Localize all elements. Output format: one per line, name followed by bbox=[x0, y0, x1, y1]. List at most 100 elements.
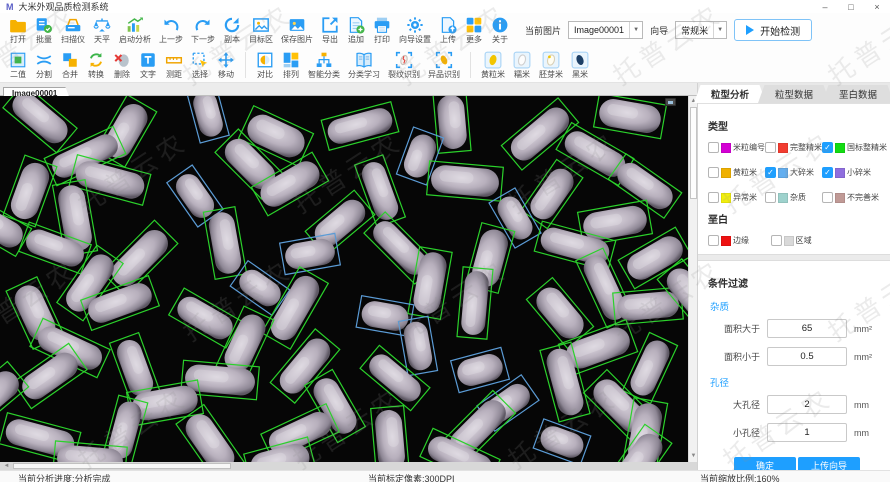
navigator-toggle-icon[interactable] bbox=[665, 98, 676, 106]
toolbar-button-undo[interactable]: 上一步 bbox=[155, 16, 187, 44]
toolbar-button-print[interactable]: 打印 bbox=[369, 16, 395, 44]
panel-tab-2[interactable]: 垩白数据 bbox=[822, 85, 890, 103]
vertical-scrollbar[interactable]: ▲ ▼ bbox=[688, 96, 697, 462]
chevron-down-icon: ▼ bbox=[713, 22, 726, 38]
edit-button-foreign[interactable]: 异品识别 bbox=[424, 51, 464, 79]
edit-button-book[interactable]: 分类学习 bbox=[344, 51, 384, 79]
filter-groups: 杂质面积大于mm²面积小于mm²孔径大孔径mm小孔径mm bbox=[708, 299, 882, 442]
toolbar-button-append[interactable]: 追加 bbox=[343, 16, 369, 44]
undo-icon bbox=[162, 16, 180, 34]
checkbox-unchecked[interactable]: ✓ bbox=[708, 235, 719, 246]
scroll-left-icon[interactable]: ◄ bbox=[2, 462, 11, 470]
toolbar-button-upload[interactable]: 上传 bbox=[435, 16, 461, 44]
filter-input-面积大于[interactable] bbox=[767, 319, 847, 338]
checkbox-unchecked[interactable]: ✓ bbox=[708, 142, 719, 153]
filter-label: 面积大于 bbox=[708, 322, 760, 335]
edit-button-contrast[interactable]: 对比 bbox=[252, 51, 278, 79]
filter-input-面积小于[interactable] bbox=[767, 347, 847, 366]
checkbox-item-异常米[interactable]: ✓ 异常米 bbox=[708, 192, 765, 203]
edit-button-grain-white[interactable]: 糯米 bbox=[509, 51, 535, 79]
checkbox-item-大碎米[interactable]: ✓大碎米 bbox=[765, 167, 822, 178]
checkbox-checked[interactable]: ✓ bbox=[822, 142, 833, 153]
edit-button-grain-germ[interactable]: 胚芽米 bbox=[535, 51, 567, 79]
toolbar-button-label: 智能分类 bbox=[308, 71, 340, 79]
vertical-scroll-thumb[interactable] bbox=[690, 107, 697, 199]
color-swatch bbox=[835, 143, 845, 153]
edit-button-grain-black[interactable]: 黑米 bbox=[567, 51, 593, 79]
checkbox-item-杂质[interactable]: ✓ 杂质 bbox=[765, 192, 822, 203]
edit-button-ruler[interactable]: 测距 bbox=[161, 51, 187, 79]
checkbox-checked[interactable]: ✓ bbox=[765, 167, 776, 178]
minimize-button[interactable]: – bbox=[812, 0, 838, 13]
checkbox-unchecked[interactable]: ✓ bbox=[822, 192, 833, 203]
checkbox-label: 杂质 bbox=[790, 192, 806, 203]
maximize-button[interactable]: □ bbox=[838, 0, 864, 13]
edit-button-text[interactable]: 文字 bbox=[135, 51, 161, 79]
checkbox-unchecked[interactable]: ✓ bbox=[708, 192, 719, 203]
filter-row: 小孔径mm bbox=[708, 423, 882, 442]
merge-icon bbox=[61, 51, 79, 69]
checkbox-unchecked[interactable]: ✓ bbox=[765, 142, 776, 153]
edit-button-binary[interactable]: 二值 bbox=[5, 51, 31, 79]
horizontal-scroll-thumb[interactable] bbox=[13, 463, 231, 469]
edit-button-convert[interactable]: 转换 bbox=[83, 51, 109, 79]
checkbox-unchecked[interactable]: ✓ bbox=[708, 167, 719, 178]
filter-input-小孔径[interactable] bbox=[767, 423, 847, 442]
edit-button-select[interactable]: 选择 bbox=[187, 51, 213, 79]
toolbar-button-analyze[interactable]: 启动分析 bbox=[115, 16, 155, 44]
edit-button-delete[interactable]: 删除 bbox=[109, 51, 135, 79]
current-image-select[interactable]: Image00001 ▼ bbox=[568, 21, 643, 39]
checkbox-item-黄粒米[interactable]: ✓黄粒米 bbox=[708, 167, 765, 178]
specimen-viewport[interactable] bbox=[0, 96, 688, 462]
toolbar-button-label: 对比 bbox=[257, 71, 273, 79]
toolbar-button-batch[interactable]: 批量 bbox=[31, 16, 57, 44]
app-window: M 大米外观品质检测系统 – □ × 打开批量扫描仪天平启动分析上一步下一步副本… bbox=[0, 0, 890, 482]
toolbar-button-redo[interactable]: 下一步 bbox=[187, 16, 219, 44]
checkbox-unchecked[interactable]: ✓ bbox=[771, 235, 782, 246]
toolbar-button-folder[interactable]: 打开 bbox=[5, 16, 31, 44]
edit-button-crack[interactable]: 裂纹识别 bbox=[384, 51, 424, 79]
checkbox-label: 异常米 bbox=[733, 192, 757, 203]
copy-icon bbox=[223, 16, 241, 34]
toolbar-button-picture[interactable]: 保存图片 bbox=[277, 16, 317, 44]
print-icon bbox=[373, 16, 391, 34]
checkbox-item-完整精米[interactable]: ✓完整精米 bbox=[765, 142, 822, 153]
panel-tab-0[interactable]: 粒型分析 bbox=[694, 85, 766, 103]
toolbar-button-info[interactable]: 关于 bbox=[487, 16, 513, 44]
edit-button-move[interactable]: 移动 bbox=[213, 51, 239, 79]
toolbar-button-scanner[interactable]: 扫描仪 bbox=[57, 16, 89, 44]
type-section-title: 类型 bbox=[708, 118, 882, 133]
panel-tab-1[interactable]: 粒型数据 bbox=[758, 85, 830, 103]
wizard-select[interactable]: 常规米 ▼ bbox=[675, 21, 727, 39]
checkbox-item-国标整精米[interactable]: ✓国标整精米 bbox=[822, 142, 887, 153]
toolbar-button-gear[interactable]: 向导设置 bbox=[395, 16, 435, 44]
toolbar-button-scale[interactable]: 天平 bbox=[89, 16, 115, 44]
current-image-value: Image00001 bbox=[569, 25, 629, 35]
toolbar-button-label: 副本 bbox=[224, 36, 240, 44]
edit-button-arrange[interactable]: 排列 bbox=[278, 51, 304, 79]
checkbox-label: 边缘 bbox=[733, 235, 749, 246]
toolbar-button-copy[interactable]: 副本 bbox=[219, 16, 245, 44]
toolbar-button-target[interactable]: 目标区 bbox=[245, 16, 277, 44]
toolbar-button-export[interactable]: 导出 bbox=[317, 16, 343, 44]
checkbox-item-米粒编号[interactable]: ✓米粒编号 bbox=[708, 142, 765, 153]
edit-button-merge[interactable]: 合并 bbox=[57, 51, 83, 79]
gear-icon bbox=[406, 16, 424, 34]
checkbox-item-不完善米[interactable]: ✓不完善米 bbox=[822, 192, 887, 203]
checkbox-item-小碎米[interactable]: ✓小碎米 bbox=[822, 167, 887, 178]
filter-input-大孔径[interactable] bbox=[767, 395, 847, 414]
checkbox-item-边缘[interactable]: ✓ 边缘 bbox=[708, 235, 771, 246]
toolbar-button-more[interactable]: 更多 bbox=[461, 16, 487, 44]
close-button[interactable]: × bbox=[864, 0, 890, 13]
horizontal-scrollbar[interactable]: ◄ bbox=[0, 462, 697, 470]
start-detect-button[interactable]: 开始检测 bbox=[734, 19, 812, 41]
edit-button-grain-yellow[interactable]: 黄粒米 bbox=[477, 51, 509, 79]
checkbox-unchecked[interactable]: ✓ bbox=[765, 192, 776, 203]
toolbar-separator bbox=[470, 52, 471, 78]
checkbox-checked[interactable]: ✓ bbox=[822, 167, 833, 178]
ruler-icon bbox=[165, 51, 183, 69]
edit-button-tree[interactable]: 智能分类 bbox=[304, 51, 344, 79]
edit-button-split[interactable]: 分割 bbox=[31, 51, 57, 79]
checkbox-item-区域[interactable]: ✓区域 bbox=[771, 235, 824, 246]
analysis-progress-status: 当前分析进度:分析完成 bbox=[18, 472, 111, 482]
